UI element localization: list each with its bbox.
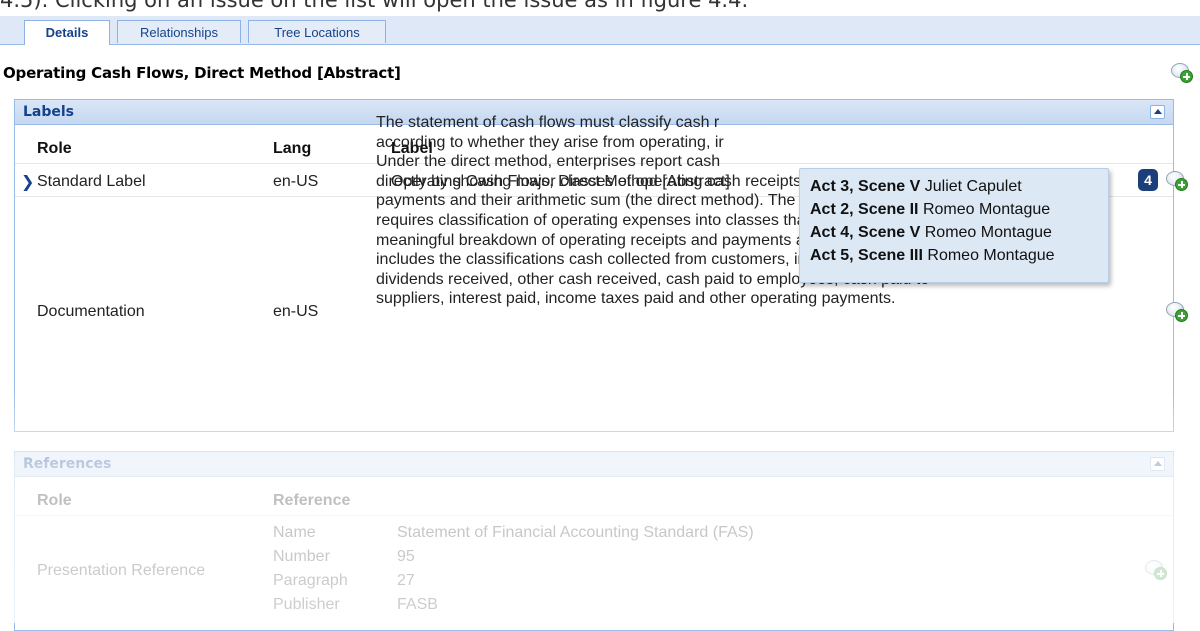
role-cell: Standard Label [37,173,146,190]
issue-count-badge[interactable]: 4 [1138,169,1158,191]
issue-scene: Act 5, Scene III [810,247,923,264]
column-header-lang: Lang [273,140,312,157]
add-comment-icon[interactable] [1166,302,1188,322]
issue-person: Romeo Montague [927,247,1055,264]
page-title: Operating Cash Flows, Direct Method [Abs… [3,64,401,82]
list-item[interactable]: Act 3, Scene V Juliet Capulet [810,178,1022,196]
issue-person: Romeo Montague [922,201,1051,218]
lang-cell: en-US [273,303,319,320]
column-header-role: Role [37,492,72,509]
tab-details[interactable]: Details [24,20,110,45]
list-item[interactable]: Act 2, Scene II Romeo Montague [810,201,1050,219]
references-panel-title: References [23,456,112,472]
issue-person: Juliet Capulet [924,178,1022,195]
issue-person: Romeo Montague [924,224,1052,241]
reference-field-value: 95 [397,548,415,565]
references-panel-header: References [15,452,1173,477]
add-comment-icon[interactable] [1171,63,1193,83]
caption-text: 4.5). Clicking on an issue on the list w… [0,0,749,12]
reference-field-key: Name [273,524,316,541]
column-header-role: Role [37,140,72,157]
reference-field-key: Publisher [273,596,340,613]
issue-scene: Act 2, Scene II [810,201,919,218]
labels-panel-title: Labels [23,104,75,120]
documentation-line: The statement of cash flows must classif… [376,114,720,131]
tab-bar: Details Relationships Tree Locations [0,16,1200,45]
references-panel: References Role Reference Presentation R… [14,451,1174,631]
issue-scene: Act 3, Scene V [810,178,921,195]
tab-relationships[interactable]: Relationships [117,20,241,43]
documentation-line: suppliers, interest paid, income taxes p… [376,290,896,308]
lang-cell: en-US [273,173,319,190]
issue-list-popup: Act 3, Scene V Juliet Capulet Act 2, Sce… [799,168,1109,283]
reference-role-cell: Presentation Reference [37,562,206,579]
reference-field-key: Paragraph [273,572,348,589]
role-cell: Documentation [37,303,145,320]
list-item[interactable]: Act 4, Scene V Romeo Montague [810,224,1052,242]
add-comment-icon[interactable] [1166,171,1188,191]
list-item[interactable]: Act 5, Scene III Romeo Montague [810,247,1055,265]
reference-field-value: Statement of Financial Accounting Standa… [397,524,754,541]
reference-field-key: Number [273,548,330,565]
tab-tree-locations[interactable]: Tree Locations [248,20,386,43]
issue-scene: Act 4, Scene V [810,224,921,241]
collapse-up-icon[interactable] [1150,457,1165,471]
chevron-right-icon: ❯ [21,174,35,191]
column-header-reference: Reference [273,492,351,509]
reference-field-value: FASB [397,596,438,613]
reference-field-value: 27 [397,572,415,589]
documentation-line: according to whether they arise from ope… [376,133,724,151]
add-comment-icon[interactable] [1145,560,1167,580]
collapse-up-icon[interactable] [1150,105,1165,119]
